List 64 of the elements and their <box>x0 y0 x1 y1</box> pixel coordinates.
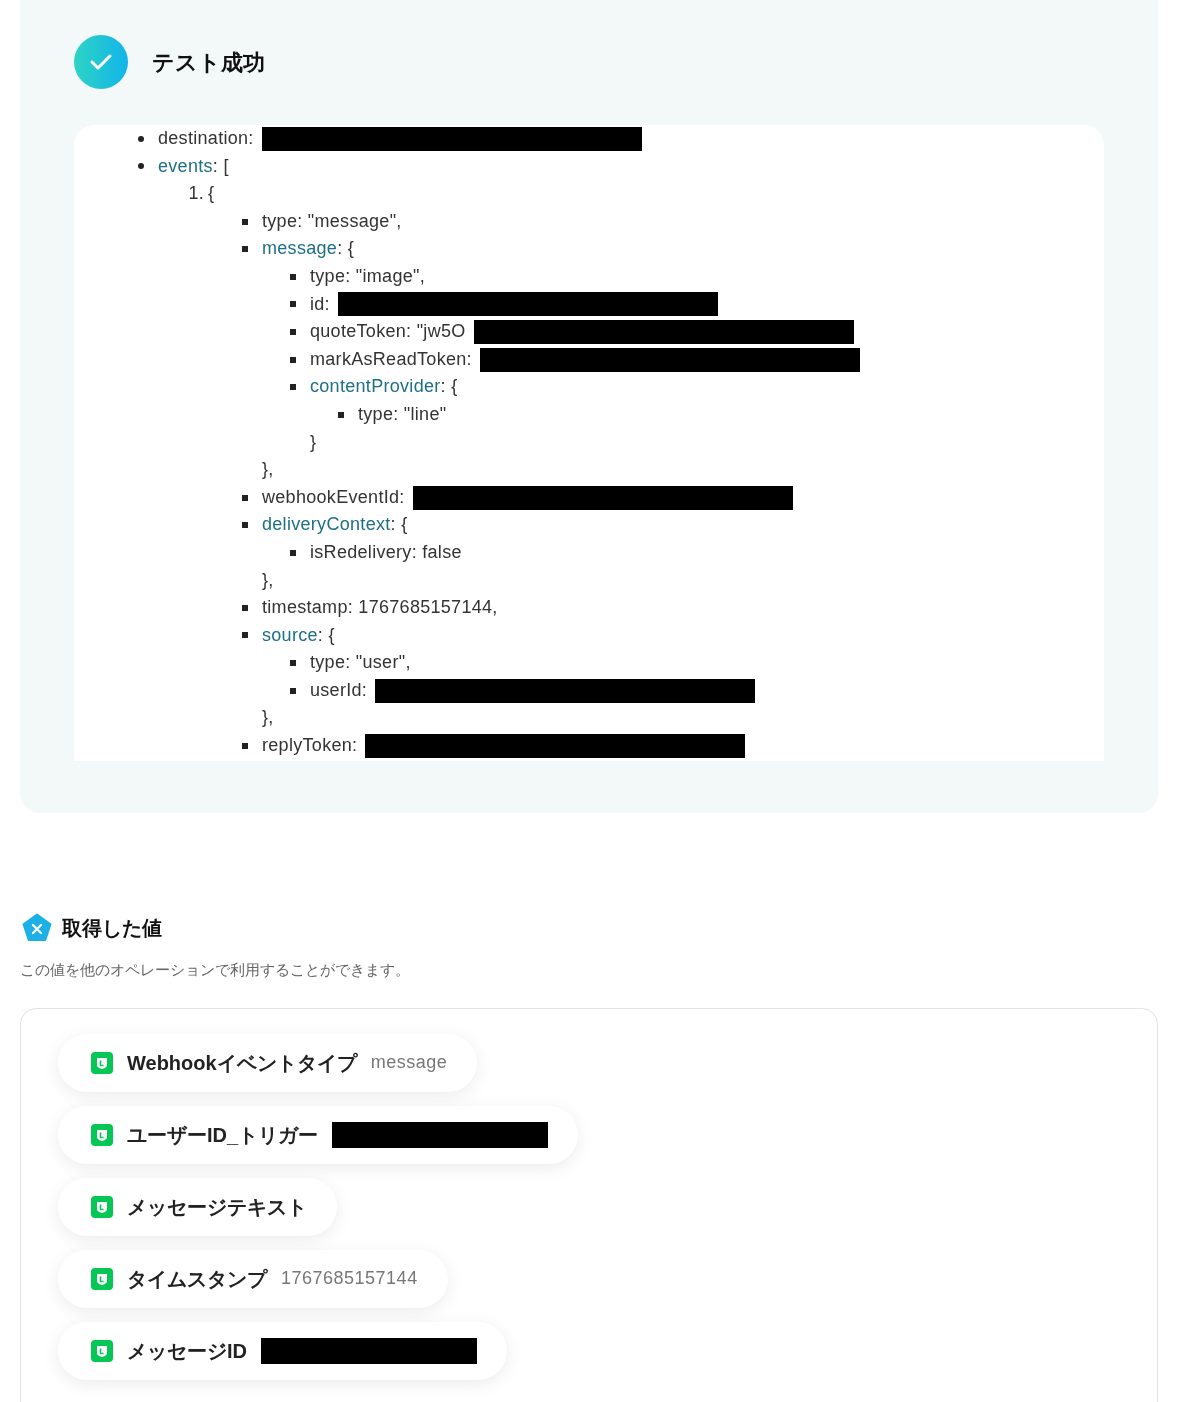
value-label: Webhookイベントタイプ <box>127 1050 357 1076</box>
code-text: type: "user", <box>310 651 411 675</box>
property-key: source <box>262 621 318 650</box>
code-text: }, <box>261 706 275 730</box>
code-text: : { <box>337 237 355 261</box>
value-label: タイムスタンプ <box>127 1266 267 1292</box>
bullet-icon <box>290 273 296 280</box>
code-text: { <box>208 182 215 206</box>
code-text: : { <box>390 513 408 537</box>
code-text: }, <box>261 458 275 482</box>
value-label: メッセージID <box>127 1338 247 1364</box>
code-text: type: "line" <box>358 402 447 426</box>
section-description: この値を他のオペレーションで利用することができます。 <box>20 960 411 980</box>
code-text: webhookEventId: <box>262 485 405 509</box>
bullet-icon <box>290 328 296 335</box>
code-text: : { <box>440 375 458 399</box>
code-text: }, <box>261 568 275 592</box>
code-text: isRedelivery: false <box>310 540 462 564</box>
bullet-icon <box>242 494 248 501</box>
bullet-icon <box>290 301 296 308</box>
check-icon <box>74 35 128 89</box>
app-icon <box>91 1195 113 1218</box>
bullet-icon <box>290 660 296 667</box>
bullet-icon <box>242 742 248 749</box>
app-icon <box>91 1051 113 1074</box>
app-icon <box>91 1339 113 1362</box>
bullet-icon <box>338 411 344 418</box>
property-key: contentProvider <box>310 373 441 401</box>
bullet-icon <box>242 246 248 253</box>
code-text: replyToken: <box>262 734 358 758</box>
pentagon-icon <box>22 913 52 943</box>
code-text: type: "message", <box>262 209 402 233</box>
bullet-icon <box>242 218 248 225</box>
bullet-icon <box>290 549 296 556</box>
code-text: : [ <box>212 154 229 178</box>
code-text: type: "image", <box>310 264 426 288</box>
code-text: : { <box>317 623 335 647</box>
code-text: userId: <box>310 678 368 702</box>
property-key: events <box>158 152 213 181</box>
section-title: 取得した値 <box>62 916 162 941</box>
code-text: id: <box>310 292 330 316</box>
value-label: メッセージテキスト <box>127 1194 307 1220</box>
bullet-icon <box>138 135 144 142</box>
bullet-icon <box>290 356 296 363</box>
value-text: message <box>370 1051 448 1074</box>
code-text: } <box>309 430 318 454</box>
bullet-icon <box>242 522 248 529</box>
app-icon <box>91 1123 113 1146</box>
property-key: deliveryContext <box>262 511 391 539</box>
property-key: message <box>262 235 338 263</box>
value-label: ユーザーID_トリガー <box>127 1122 319 1148</box>
bullet-icon <box>138 163 144 170</box>
list-number: 1. <box>187 182 205 206</box>
app-icon <box>91 1267 113 1290</box>
bullet-icon <box>290 687 296 694</box>
code-text: destination: <box>158 127 254 150</box>
code-text: markAsReadToken: <box>310 347 472 371</box>
result-title: テスト成功 <box>152 48 265 77</box>
code-text: quoteToken: "jw5O <box>310 320 466 344</box>
code-text: timestamp: 1767685157144, <box>262 596 498 620</box>
value-text: 1767685157144 <box>281 1267 418 1290</box>
bullet-icon <box>290 384 296 391</box>
bullet-icon <box>242 632 248 639</box>
bullet-icon <box>242 604 248 611</box>
